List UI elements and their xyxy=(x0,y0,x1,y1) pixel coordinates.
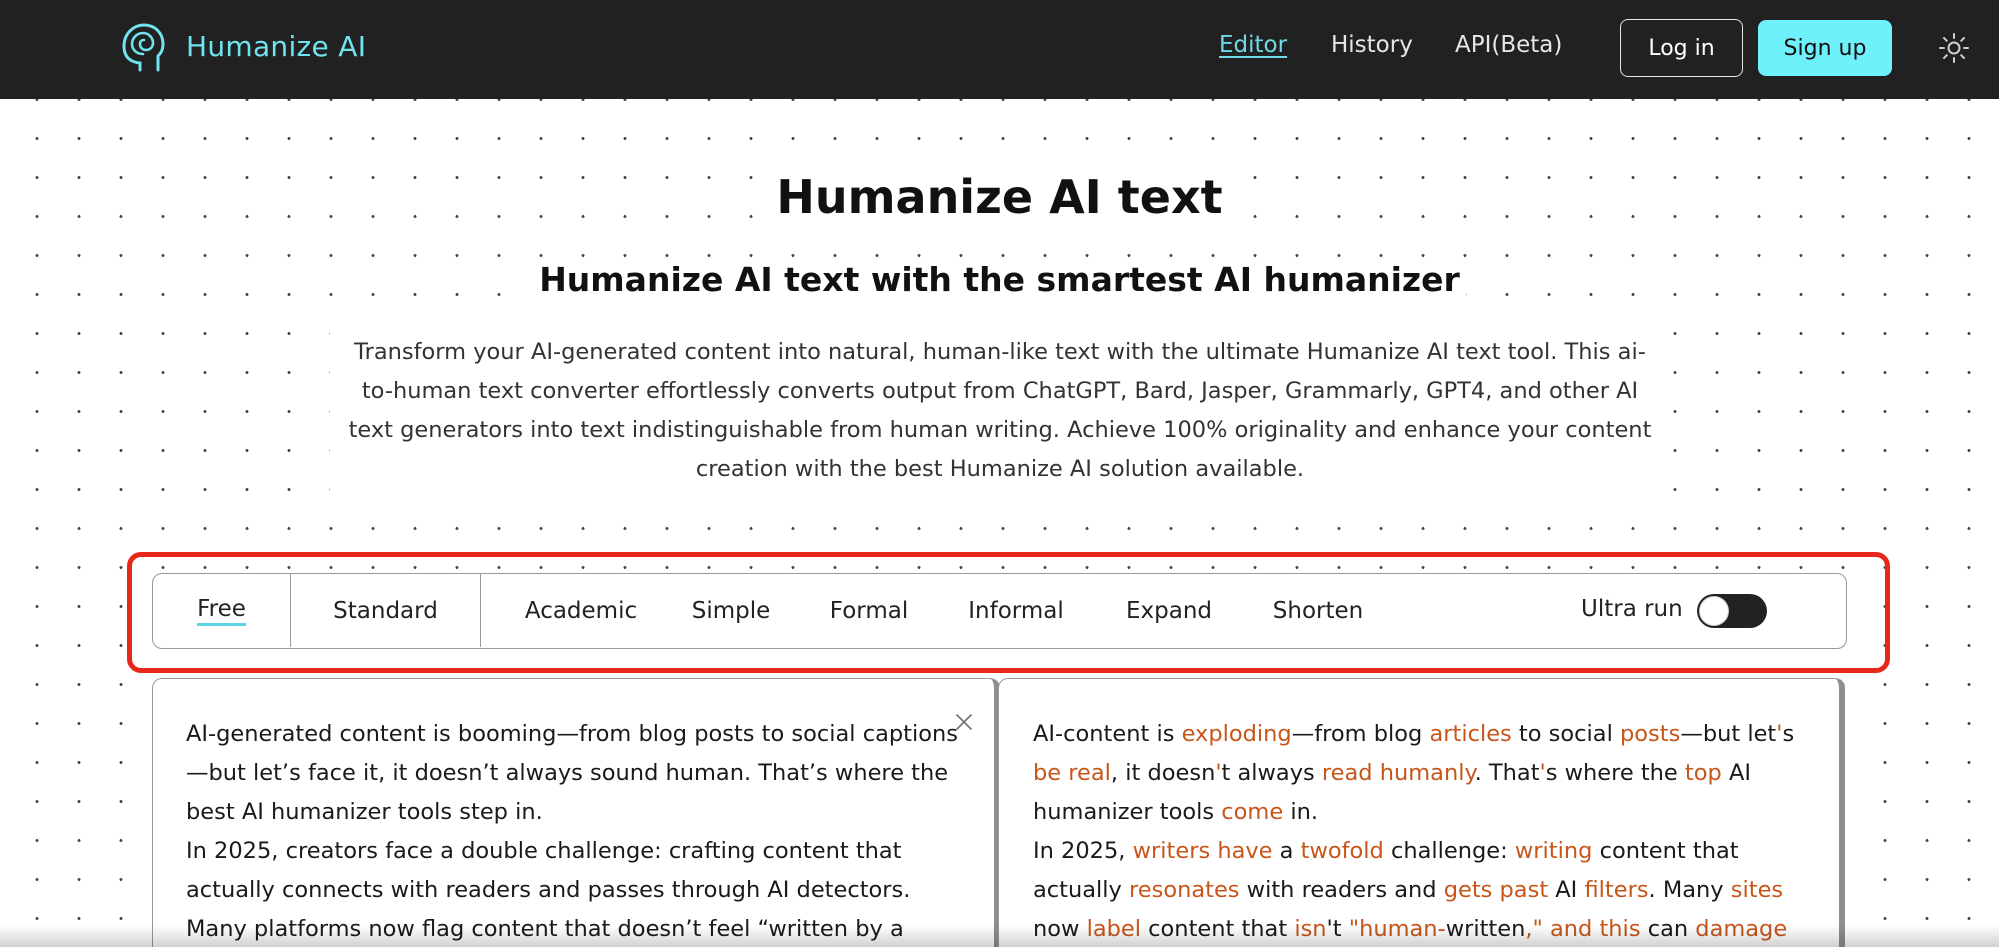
changed-word: sites xyxy=(1730,877,1784,903)
input-text[interactable]: AI-generated content is booming—from blo… xyxy=(186,715,966,947)
head-spiral-icon[interactable] xyxy=(118,20,168,76)
changed-word: be real xyxy=(1033,760,1111,786)
changed-word: twofold xyxy=(1300,838,1384,864)
changed-word: read humanly xyxy=(1321,760,1475,786)
output-segment: a xyxy=(1272,838,1301,864)
nav-history[interactable]: History xyxy=(1331,32,1413,58)
output-segment: In 2025, xyxy=(1033,838,1133,864)
output-segment: to social xyxy=(1511,721,1620,747)
output-segment: with readers and xyxy=(1239,877,1444,903)
mode-standard[interactable]: Standard xyxy=(291,574,481,647)
output-text: AI-content is exploding—from blog articl… xyxy=(1033,715,1823,947)
mode-shorten[interactable]: Shorten xyxy=(1258,574,1378,647)
mode-expand[interactable]: Expand xyxy=(1114,574,1224,647)
login-button[interactable]: Log in xyxy=(1620,19,1743,77)
ultra-run-label: Ultra run xyxy=(1581,596,1683,622)
clear-input-icon[interactable] xyxy=(953,711,975,733)
mode-formal[interactable]: Formal xyxy=(819,574,919,647)
top-navbar: Humanize AI Editor History API(Beta) Log… xyxy=(0,0,1999,99)
output-segment: —but let xyxy=(1680,721,1777,747)
bottom-shadow xyxy=(0,925,1999,947)
output-segment: AI xyxy=(1548,877,1585,903)
page-title: Humanize AI text xyxy=(0,170,1999,224)
output-segment: AI-content is xyxy=(1033,721,1182,747)
output-segment: s xyxy=(1782,721,1795,747)
mode-free[interactable]: Free xyxy=(153,574,291,647)
changed-word: writers have xyxy=(1132,838,1273,864)
ultra-run-toggle[interactable] xyxy=(1697,594,1767,628)
nav-api-beta[interactable]: API(Beta) xyxy=(1455,32,1562,58)
page-description: Transform your AI-generated content into… xyxy=(348,339,1652,482)
output-segment: —from blog xyxy=(1291,721,1430,747)
changed-word: articles xyxy=(1429,721,1512,747)
output-segment: . Many xyxy=(1648,877,1731,903)
mode-academic[interactable]: Academic xyxy=(511,574,651,647)
output-segment: , it doesn xyxy=(1110,760,1216,786)
toggle-knob xyxy=(1699,596,1729,626)
brand-name[interactable]: Humanize AI xyxy=(186,30,366,63)
changed-word: top xyxy=(1684,760,1722,786)
changed-word: resonates xyxy=(1129,877,1240,903)
changed-word: exploding xyxy=(1181,721,1292,747)
page-subtitle: Humanize AI text with the smartest AI hu… xyxy=(0,260,1999,299)
mode-informal[interactable]: Informal xyxy=(956,574,1076,647)
mode-simple[interactable]: Simple xyxy=(681,574,781,647)
output-segment: . That xyxy=(1474,760,1540,786)
changed-word: come xyxy=(1221,799,1284,825)
sun-icon[interactable] xyxy=(1938,32,1970,64)
input-editor[interactable]: AI-generated content is booming—from blo… xyxy=(152,678,1000,947)
input-paragraph: AI-generated content is booming—from blo… xyxy=(186,721,958,825)
output-segment: challenge: xyxy=(1383,838,1515,864)
output-segment: t always xyxy=(1221,760,1322,786)
changed-word: posts xyxy=(1619,721,1681,747)
changed-word: gets past xyxy=(1443,877,1549,903)
output-editor[interactable]: AI-content is exploding—from blog articl… xyxy=(998,678,1845,947)
changed-word: writing xyxy=(1514,838,1593,864)
output-segment: in. xyxy=(1283,799,1319,825)
mode-toolbar: Free Standard Academic Simple Formal Inf… xyxy=(152,573,1847,649)
changed-word: filters xyxy=(1584,877,1649,903)
nav-editor[interactable]: Editor xyxy=(1219,32,1287,58)
output-segment: s where the xyxy=(1545,760,1685,786)
output-paragraph: AI-content is exploding—from blog articl… xyxy=(1033,715,1823,832)
signup-button[interactable]: Sign up xyxy=(1758,20,1892,76)
